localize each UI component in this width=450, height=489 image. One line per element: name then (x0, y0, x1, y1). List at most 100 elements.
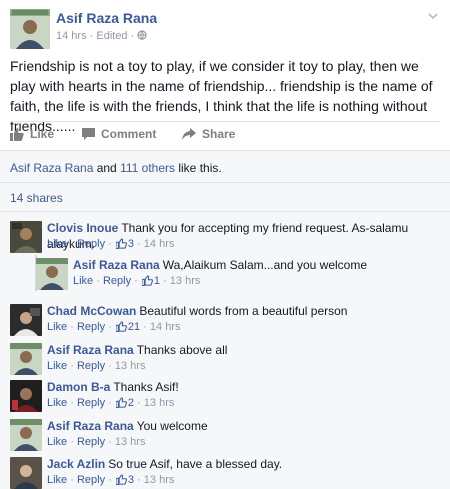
comment-time[interactable]: 14 hrs (144, 238, 175, 250)
dot-separator: · (105, 474, 115, 486)
comment-time[interactable]: 13 hrs (115, 436, 146, 448)
thumb-up-icon (141, 275, 153, 289)
comment-meta: Like · Reply · 2 · 13 hrs (47, 397, 174, 411)
comment-text: Wa,Alaikum Salam...and you welcome (162, 258, 368, 272)
comment-body: Jack Azlin So true Asif, have a blessed d… (47, 456, 437, 472)
comment-time[interactable]: 13 hrs (144, 474, 175, 486)
dot-separator: · (105, 397, 115, 409)
comment-body: Asif Raza Rana Wa,Alaikum Salam...and you… (73, 257, 450, 273)
likes-suffix: like this. (175, 161, 222, 175)
comment-text: You welcome (136, 419, 208, 433)
like-button[interactable]: Like (10, 127, 54, 141)
thumb-up-icon (115, 321, 127, 335)
comment-item: Clovis Inoue Thank you for accepting my f… (10, 220, 440, 260)
dot-separator: · (105, 360, 115, 372)
comment-like-link[interactable]: Like (47, 436, 67, 448)
comment-item: Jack Azlin So true Asif, have a blessed d… (10, 456, 440, 489)
dot-separator: · (67, 321, 77, 333)
commenter-avatar[interactable] (10, 457, 42, 489)
comment-body: Damon B-a Thanks Asif! (47, 379, 437, 395)
divider (10, 121, 440, 122)
comment-reply-link[interactable]: Reply (77, 360, 105, 372)
comment-time[interactable]: 14 hrs (150, 321, 181, 333)
share-icon (182, 128, 196, 140)
commenter-name[interactable]: Asif Raza Rana (73, 258, 160, 272)
dot-separator: · (67, 397, 77, 409)
comment-meta: Like · Reply · 21 · 14 hrs (47, 321, 180, 335)
commenter-name[interactable]: Jack Azlin (47, 457, 105, 471)
comment-text: Thanks Asif! (113, 380, 179, 394)
dot-separator: · (134, 474, 144, 486)
comment-reply-link[interactable]: Reply (77, 321, 105, 333)
dot-separator: · (140, 321, 150, 333)
comment-item: Asif Raza Rana You welcome Like · Reply ·… (10, 418, 440, 458)
commenter-avatar[interactable] (10, 343, 42, 375)
commenter-name[interactable]: Clovis Inoue (47, 221, 118, 235)
comment-reply-link[interactable]: Reply (77, 238, 105, 250)
comment-like-link[interactable]: Like (47, 474, 67, 486)
likes-and: and (93, 161, 121, 175)
edited-label[interactable]: Edited (96, 30, 127, 42)
commenter-avatar[interactable] (36, 258, 68, 290)
dot-separator: · (67, 238, 77, 250)
dot-separator: · (67, 436, 77, 448)
author-name[interactable]: Asif Raza Rana (56, 10, 157, 26)
thumb-up-icon (115, 474, 127, 488)
commenter-name[interactable]: Asif Raza Rana (47, 419, 134, 433)
comment-item: Damon B-a Thanks Asif! Like · Reply · 2 ·… (10, 379, 440, 419)
like-label: Like (30, 127, 55, 141)
dot-separator: · (105, 436, 115, 448)
comment-time[interactable]: 13 hrs (115, 360, 146, 372)
thumb-up-icon (115, 238, 127, 252)
globe-icon (137, 30, 147, 42)
dot-separator: · (105, 238, 115, 250)
others-link[interactable]: 111 others (120, 161, 175, 175)
author-avatar-image (10, 9, 50, 49)
comment-item: Chad McCowan Beautiful words from a beaut… (10, 303, 440, 343)
commenter-avatar[interactable] (10, 304, 42, 336)
author-avatar[interactable] (10, 9, 50, 49)
comment-like-link[interactable]: Like (47, 238, 67, 250)
divider (0, 211, 450, 212)
dot-separator: · (134, 238, 144, 250)
comment-time[interactable]: 13 hrs (170, 275, 201, 287)
comment-body: Asif Raza Rana Thanks above all (47, 342, 437, 358)
dot-separator: · (131, 275, 141, 287)
dot-separator: · (67, 360, 77, 372)
commenter-name[interactable]: Damon B-a (47, 380, 110, 394)
share-label: Share (202, 127, 236, 141)
action-bar: Like Comment Share (10, 124, 440, 146)
comment-meta: Like · Reply · 13 hrs (47, 436, 145, 448)
facebook-post: Asif Raza Rana 14 hrs · Edited · Friends… (0, 0, 450, 489)
comment-like-link[interactable]: Like (47, 321, 67, 333)
comment-reply-link[interactable]: Reply (77, 436, 105, 448)
commenter-avatar[interactable] (10, 419, 42, 451)
comment-icon (82, 128, 95, 140)
comment-text: Beautiful words from a beautiful person (139, 304, 348, 318)
comment-reply-link[interactable]: Reply (103, 275, 131, 287)
liker-link[interactable]: Asif Raza Rana (10, 161, 93, 175)
commenter-avatar[interactable] (10, 380, 42, 412)
share-button[interactable]: Share (182, 127, 235, 141)
post-meta: 14 hrs · Edited · (56, 30, 147, 42)
likes-summary: Asif Raza Rana and 111 others like this. (10, 161, 222, 175)
commenter-avatar[interactable] (10, 221, 42, 253)
comment-reply-link[interactable]: Reply (77, 397, 105, 409)
comment-like-link[interactable]: Like (73, 275, 93, 287)
dot-separator: · (134, 397, 144, 409)
comment-time[interactable]: 13 hrs (144, 397, 175, 409)
comment-button[interactable]: Comment (82, 127, 156, 141)
shares-link[interactable]: 14 shares (10, 191, 63, 205)
comment-item: Asif Raza Rana Thanks above all Like · Re… (10, 342, 440, 382)
commenter-name[interactable]: Chad McCowan (47, 304, 136, 318)
commenter-name[interactable]: Asif Raza Rana (47, 343, 134, 357)
chevron-down-icon[interactable] (426, 9, 440, 23)
comment-like-count[interactable]: 21 (128, 321, 140, 333)
dot-separator: · (160, 275, 170, 287)
dot-separator: · (67, 474, 77, 486)
post-time[interactable]: 14 hrs (56, 30, 87, 42)
comment-meta: Like · Reply · 1 · 13 hrs (73, 275, 200, 289)
comment-reply-link[interactable]: Reply (77, 474, 105, 486)
comment-like-link[interactable]: Like (47, 397, 67, 409)
comment-like-link[interactable]: Like (47, 360, 67, 372)
